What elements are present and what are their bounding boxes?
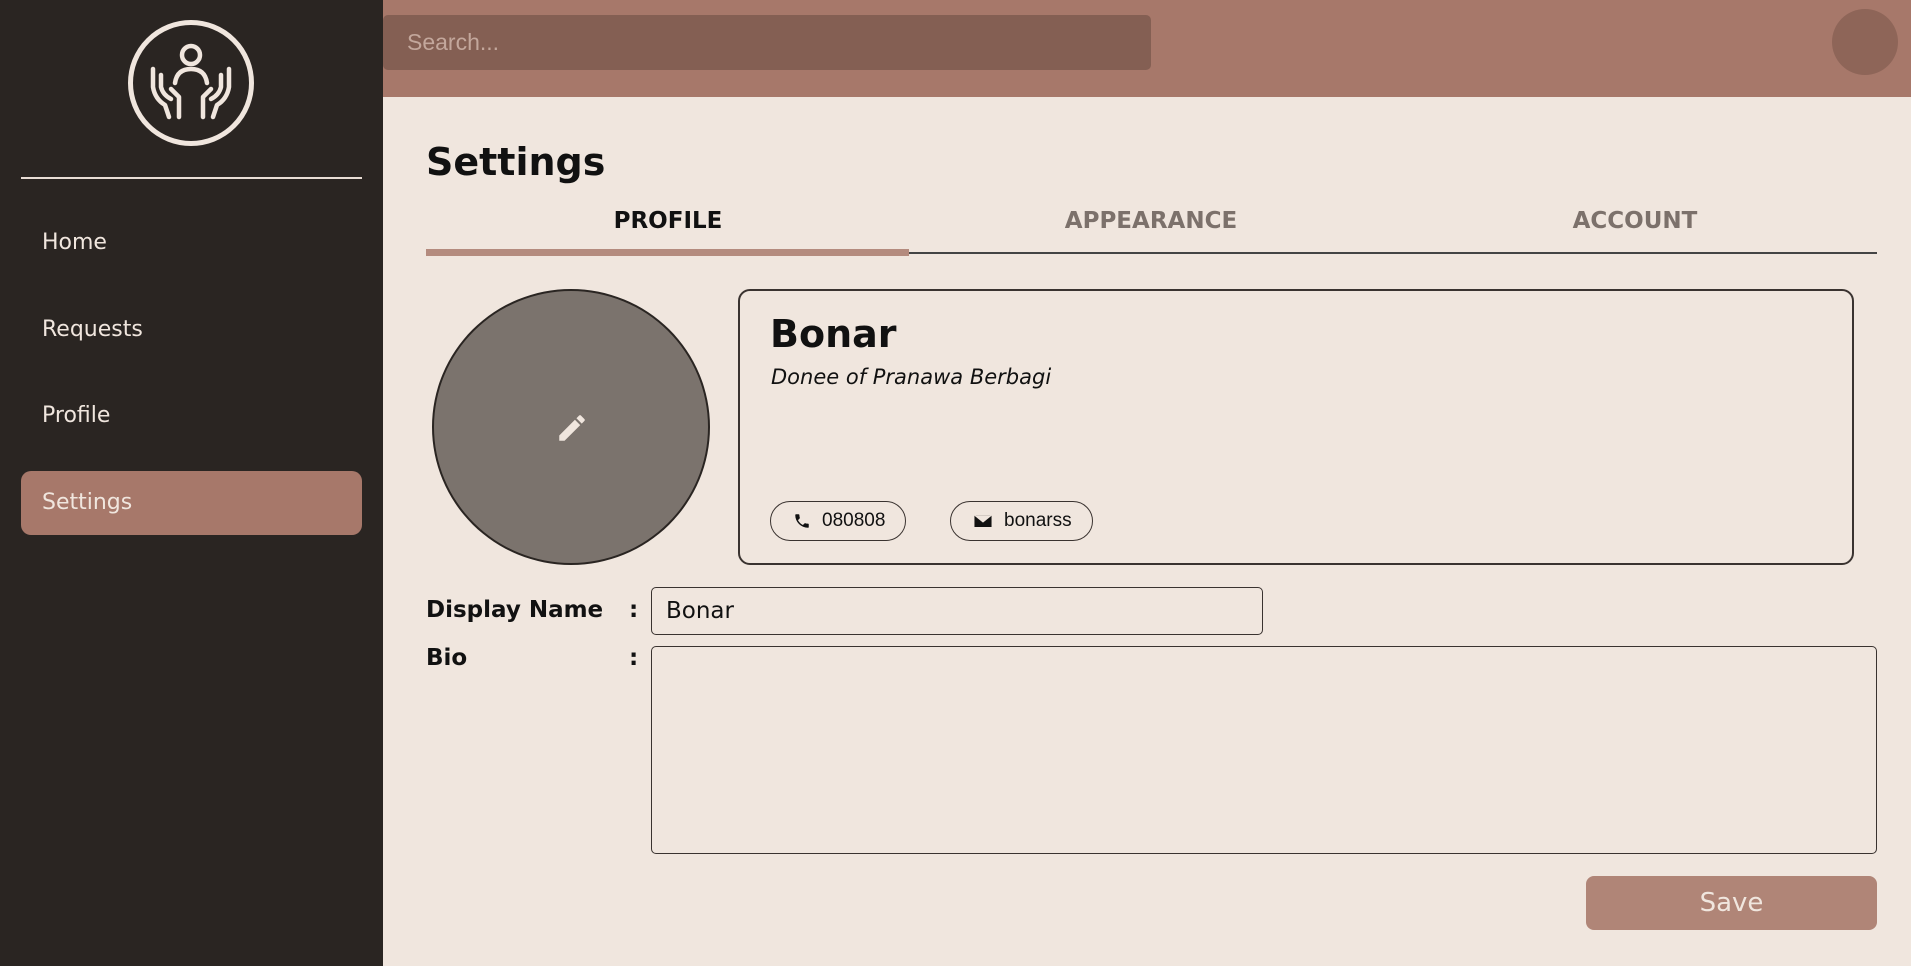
phone-number: 080808 (822, 510, 886, 531)
profile-subtitle: Donee of Pranawa Berbagi (771, 365, 1052, 389)
email-handle: bonarss (1004, 510, 1072, 531)
helping-hands-icon[interactable] (128, 20, 254, 146)
display-name-colon: : (629, 597, 639, 623)
sidebar-divider (21, 177, 362, 179)
tab-profile[interactable]: PROFILE (426, 208, 910, 234)
bio-field[interactable] (651, 646, 1877, 854)
display-name-label: Display Name (426, 597, 604, 623)
phone-icon (793, 512, 811, 530)
bio-colon: : (629, 645, 639, 671)
page-title: Settings (426, 140, 606, 184)
envelope-icon (973, 513, 993, 529)
profile-name: Bonar (770, 312, 897, 356)
phone-chip[interactable]: 080808 (770, 501, 907, 541)
sidebar-item-home[interactable]: Home (21, 211, 362, 275)
search-input[interactable] (383, 15, 1151, 70)
user-avatar[interactable] (1832, 9, 1898, 75)
pencil-icon[interactable] (555, 411, 589, 450)
email-chip[interactable]: bonarss (950, 501, 1093, 541)
active-tab-indicator (426, 249, 909, 256)
tab-appearance[interactable]: APPEARANCE (909, 208, 1393, 234)
display-name-field[interactable] (651, 587, 1263, 635)
save-button[interactable]: Save (1586, 876, 1877, 930)
sidebar-item-requests[interactable]: Requests (21, 298, 362, 362)
sidebar-item-settings[interactable]: Settings (21, 471, 362, 535)
profile-picture[interactable] (432, 289, 710, 565)
tab-account[interactable]: ACCOUNT (1393, 208, 1877, 234)
sidebar-item-profile[interactable]: Profile (21, 384, 362, 448)
bio-label: Bio (426, 645, 468, 671)
